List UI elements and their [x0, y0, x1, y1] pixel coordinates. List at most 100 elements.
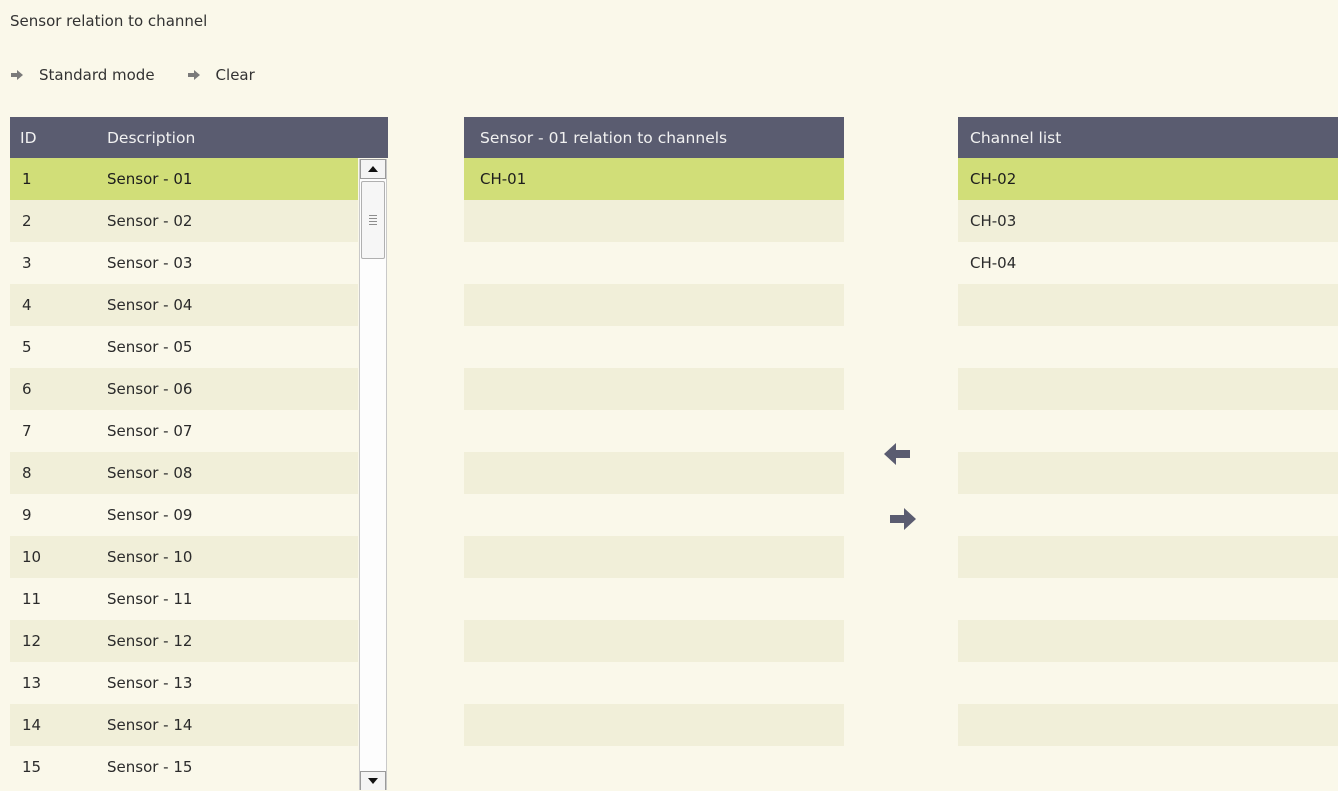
cell-description: Sensor - 14	[107, 716, 193, 734]
table-row[interactable]: 8 Sensor - 08	[10, 452, 358, 494]
relation-list-header: Sensor - 01 relation to channels	[464, 117, 844, 158]
cell-id: 1	[22, 170, 32, 188]
channel-list-header: Channel list	[958, 117, 1338, 158]
list-item	[464, 452, 844, 494]
cell-description: Sensor - 05	[107, 338, 193, 356]
cell-id: 8	[22, 464, 32, 482]
arrow-right-icon	[890, 508, 916, 530]
cell-description: Sensor - 13	[107, 674, 193, 692]
list-item	[464, 242, 844, 284]
list-item-label: CH-01	[480, 170, 527, 188]
list-item	[958, 662, 1338, 704]
move-to-channel-list-button[interactable]	[882, 505, 918, 537]
table-row[interactable]: 2 Sensor - 02	[10, 200, 358, 242]
cell-id: 13	[22, 674, 42, 692]
page: Sensor relation to channel Standard mode…	[0, 0, 1338, 791]
list-item	[958, 620, 1338, 662]
table-row[interactable]: 5 Sensor - 05	[10, 326, 358, 368]
cell-description: Sensor - 01	[107, 170, 193, 188]
cell-id: 4	[22, 296, 32, 314]
list-item	[958, 746, 1338, 788]
cell-description: Sensor - 07	[107, 422, 193, 440]
channel-rows: CH-02 CH-03 CH-04	[958, 158, 1338, 788]
arrow-left-icon	[884, 443, 910, 465]
triangle-down-icon	[368, 778, 378, 784]
list-item[interactable]: CH-01	[464, 158, 844, 200]
list-item-label: CH-02	[970, 170, 1017, 188]
list-item	[958, 284, 1338, 326]
cell-id: 7	[22, 422, 32, 440]
cell-description: Sensor - 11	[107, 590, 193, 608]
move-to-relation-button[interactable]	[882, 440, 918, 472]
channel-list: Channel list CH-02 CH-03 CH-04	[958, 117, 1338, 788]
scroll-down-button[interactable]	[360, 771, 386, 790]
cell-description: Sensor - 03	[107, 254, 193, 272]
cell-id: 12	[22, 632, 42, 650]
list-item	[464, 746, 844, 788]
table-row[interactable]: 12 Sensor - 12	[10, 620, 358, 662]
cell-id: 10	[22, 548, 42, 566]
clear-link[interactable]: Clear	[187, 66, 255, 84]
cell-id: 3	[22, 254, 32, 272]
sensor-list-scrollbar[interactable]	[359, 159, 387, 790]
list-item	[464, 326, 844, 368]
list-item-label: CH-04	[970, 254, 1017, 272]
arrow-right-icon	[10, 69, 24, 81]
column-header-id[interactable]: ID	[10, 129, 107, 147]
list-item	[464, 494, 844, 536]
list-item	[464, 536, 844, 578]
cell-description: Sensor - 15	[107, 758, 193, 776]
cell-id: 9	[22, 506, 32, 524]
table-row[interactable]: 4 Sensor - 04	[10, 284, 358, 326]
standard-mode-link[interactable]: Standard mode	[10, 66, 155, 84]
list-item	[958, 536, 1338, 578]
scroll-thumb[interactable]	[361, 181, 385, 259]
list-item[interactable]: CH-02	[958, 158, 1338, 200]
table-row[interactable]: 14 Sensor - 14	[10, 704, 358, 746]
list-item	[958, 410, 1338, 452]
cell-description: Sensor - 08	[107, 464, 193, 482]
table-row[interactable]: 7 Sensor - 07	[10, 410, 358, 452]
list-item	[958, 452, 1338, 494]
page-title: Sensor relation to channel	[10, 12, 208, 30]
list-item	[958, 704, 1338, 746]
list-item	[464, 704, 844, 746]
sensor-table-header: ID Description	[10, 117, 388, 158]
column-header-description[interactable]: Description	[107, 129, 195, 147]
table-row[interactable]: 10 Sensor - 10	[10, 536, 358, 578]
toolbar: Standard mode Clear	[10, 64, 287, 86]
list-item	[464, 410, 844, 452]
list-item	[958, 368, 1338, 410]
table-row[interactable]: 15 Sensor - 15	[10, 746, 358, 788]
standard-mode-label: Standard mode	[39, 66, 155, 84]
list-item	[958, 578, 1338, 620]
cell-id: 14	[22, 716, 42, 734]
cell-id: 5	[22, 338, 32, 356]
list-item	[464, 284, 844, 326]
list-item	[464, 200, 844, 242]
grip-icon	[369, 213, 377, 227]
cell-description: Sensor - 09	[107, 506, 193, 524]
cell-description: Sensor - 12	[107, 632, 193, 650]
sensor-rows: 1 Sensor - 01 2 Sensor - 02 3 Sensor - 03 4 Sen…	[10, 158, 358, 788]
table-row[interactable]: 3 Sensor - 03	[10, 242, 358, 284]
table-row[interactable]: 6 Sensor - 06	[10, 368, 358, 410]
relation-list: Sensor - 01 relation to channels CH-01	[464, 117, 844, 788]
cell-description: Sensor - 10	[107, 548, 193, 566]
cell-description: Sensor - 04	[107, 296, 193, 314]
cell-id: 11	[22, 590, 42, 608]
list-item[interactable]: CH-04	[958, 242, 1338, 284]
list-item	[958, 326, 1338, 368]
cell-id: 15	[22, 758, 42, 776]
table-row[interactable]: 9 Sensor - 09	[10, 494, 358, 536]
scroll-up-button[interactable]	[360, 159, 386, 179]
sensor-list: 1 Sensor - 01 2 Sensor - 02 3 Sensor - 03 4 Sen…	[10, 158, 388, 790]
list-item	[464, 578, 844, 620]
sensor-table: ID Description 1 Sensor - 01 2 Sensor - 02 3…	[10, 117, 388, 790]
table-row[interactable]: 1 Sensor - 01	[10, 158, 358, 200]
table-row[interactable]: 11 Sensor - 11	[10, 578, 358, 620]
list-item[interactable]: CH-03	[958, 200, 1338, 242]
cell-id: 6	[22, 380, 32, 398]
list-item	[464, 620, 844, 662]
table-row[interactable]: 13 Sensor - 13	[10, 662, 358, 704]
